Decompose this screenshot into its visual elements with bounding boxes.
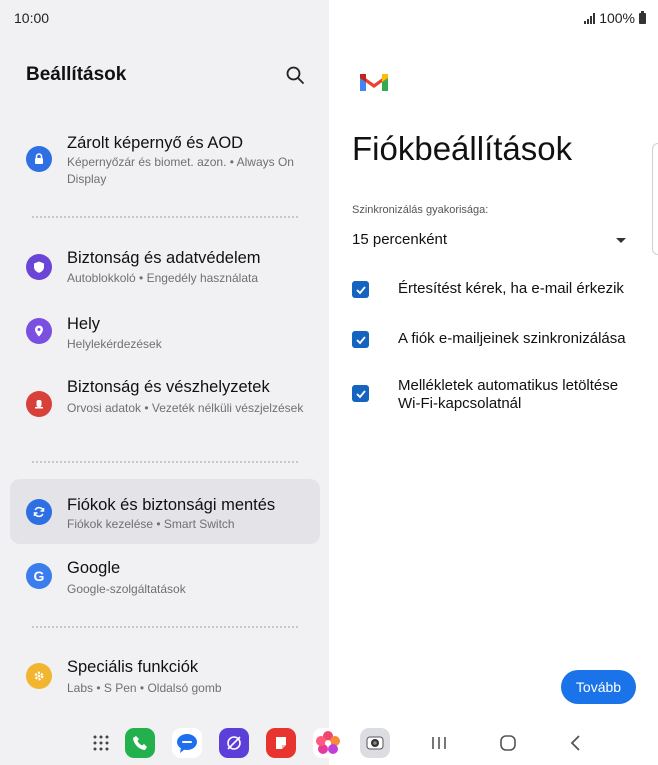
back-icon <box>570 735 580 751</box>
recents-icon <box>432 737 446 749</box>
sync-frequency-label: Szinkronizálás gyakorisága: <box>352 204 489 216</box>
settings-item-subtitle: Google-szolgáltatások <box>67 582 186 596</box>
settings-item-lock-screen[interactable]: Zárolt képernyő és AOD Képernyőzár és bi… <box>10 128 320 192</box>
divider <box>32 626 298 628</box>
lock-icon <box>26 146 52 172</box>
checkbox-notify[interactable] <box>352 281 369 298</box>
gear-icon <box>26 663 52 689</box>
check-icon <box>355 389 366 398</box>
gallery-app[interactable] <box>313 728 343 758</box>
internet-icon <box>227 736 241 750</box>
messages-icon <box>177 734 197 753</box>
home-button[interactable] <box>496 732 520 754</box>
taskbar <box>0 720 658 765</box>
checkbox-label: Mellékletek automatikus letöltése Wi-Fi-… <box>398 377 619 412</box>
settings-item-google[interactable]: G Google Google-szolgáltatások <box>10 554 320 602</box>
messages-app[interactable] <box>172 728 202 758</box>
settings-item-subtitle: Autoblokkoló • Engedély használata <box>67 271 258 285</box>
search-button[interactable] <box>283 63 307 87</box>
checkbox-label: A fiók e-mailjeinek szinkronizálása <box>398 330 626 347</box>
divider <box>32 461 298 463</box>
phone-icon <box>133 736 147 750</box>
home-icon <box>500 735 516 751</box>
camera-icon <box>366 736 384 750</box>
settings-item-title: Hely <box>67 315 101 333</box>
google-icon: G <box>26 563 52 589</box>
settings-item-advanced-features[interactable]: Speciális funkciók Labs • S Pen • Oldals… <box>10 652 320 700</box>
battery-level: 100% <box>599 10 635 26</box>
notes-app[interactable] <box>266 728 296 758</box>
settings-item-title: Biztonság és adatvédelem <box>67 249 261 267</box>
camera-app[interactable] <box>360 728 390 758</box>
checkbox-attachments[interactable] <box>352 385 369 402</box>
phone-app[interactable] <box>125 728 155 758</box>
settings-title: Beállítások <box>26 64 127 85</box>
status-time: 10:00 <box>14 10 50 26</box>
settings-item-title: Fiókok és biztonsági mentés <box>67 496 276 514</box>
checkbox-row-sync-mail[interactable]: A fiók e-mailjeinek szinkronizálása <box>352 330 642 350</box>
emergency-icon <box>26 391 52 417</box>
settings-item-title: Zárolt képernyő és AOD <box>67 134 244 152</box>
location-icon <box>26 318 52 344</box>
checkbox-row-notify[interactable]: Értesítést kérek, ha e-mail érkezik <box>352 280 642 300</box>
signal-icon <box>584 12 596 24</box>
notes-icon <box>276 737 286 749</box>
settings-item-subtitle: Labs • S Pen • Oldalsó gomb <box>67 681 222 695</box>
checkbox-sync-mail[interactable] <box>352 331 369 348</box>
checkbox-row-attachments[interactable]: Mellékletek automatikus letöltése Wi-Fi-… <box>352 377 642 417</box>
settings-item-subtitle: Orvosi adatok • Vezeték nélküli vészjelz… <box>67 401 304 415</box>
internet-app[interactable] <box>219 728 249 758</box>
settings-item-title: Google <box>67 559 121 577</box>
apps-grid-icon <box>93 735 109 751</box>
check-icon <box>355 335 366 344</box>
settings-item-title: Biztonság és vészhelyzetek <box>67 378 270 396</box>
gmail-logo-icon <box>360 74 388 91</box>
recents-button[interactable] <box>427 732 451 754</box>
settings-item-security-privacy[interactable]: Biztonság és adatvédelem Autoblokkoló • … <box>10 244 320 292</box>
status-indicators: 100% <box>584 10 646 26</box>
settings-pane: 10:00 Beállítások Zárolt képernyő és AOD… <box>0 0 329 765</box>
next-button[interactable]: Tovább <box>561 670 636 704</box>
search-icon <box>286 66 304 84</box>
sync-icon <box>26 499 52 525</box>
sync-frequency-value: 15 percenként <box>352 231 448 248</box>
settings-item-accounts-backup[interactable]: Fiókok és biztonsági mentés Fiókok kezel… <box>10 479 320 544</box>
settings-item-subtitle: Képernyőzár és biomet. azon. • Always On… <box>67 155 294 186</box>
settings-item-location[interactable]: Hely Helylekérdezések <box>10 309 320 357</box>
check-icon <box>355 285 366 294</box>
battery-icon <box>639 10 646 24</box>
back-button[interactable] <box>564 732 588 754</box>
sync-frequency-dropdown[interactable]: 15 percenként <box>352 231 634 253</box>
checkbox-label: Értesítést kérek, ha e-mail érkezik <box>398 280 624 297</box>
settings-item-subtitle: Fiókok kezelése • Smart Switch <box>67 517 235 531</box>
shield-icon <box>26 254 52 280</box>
chevron-down-icon <box>616 238 626 243</box>
settings-item-subtitle: Helylekérdezések <box>67 337 162 351</box>
settings-item-title: Speciális funkciók <box>67 658 199 676</box>
apps-grid-button[interactable] <box>86 728 116 758</box>
scroll-handle[interactable] <box>652 143 658 255</box>
divider <box>32 216 298 218</box>
settings-item-safety-emergency[interactable]: Biztonság és vészhelyzetek Orvosi adatok… <box>10 373 320 439</box>
gallery-icon <box>316 731 340 754</box>
account-settings-title: Fiókbeállítások <box>352 130 573 167</box>
